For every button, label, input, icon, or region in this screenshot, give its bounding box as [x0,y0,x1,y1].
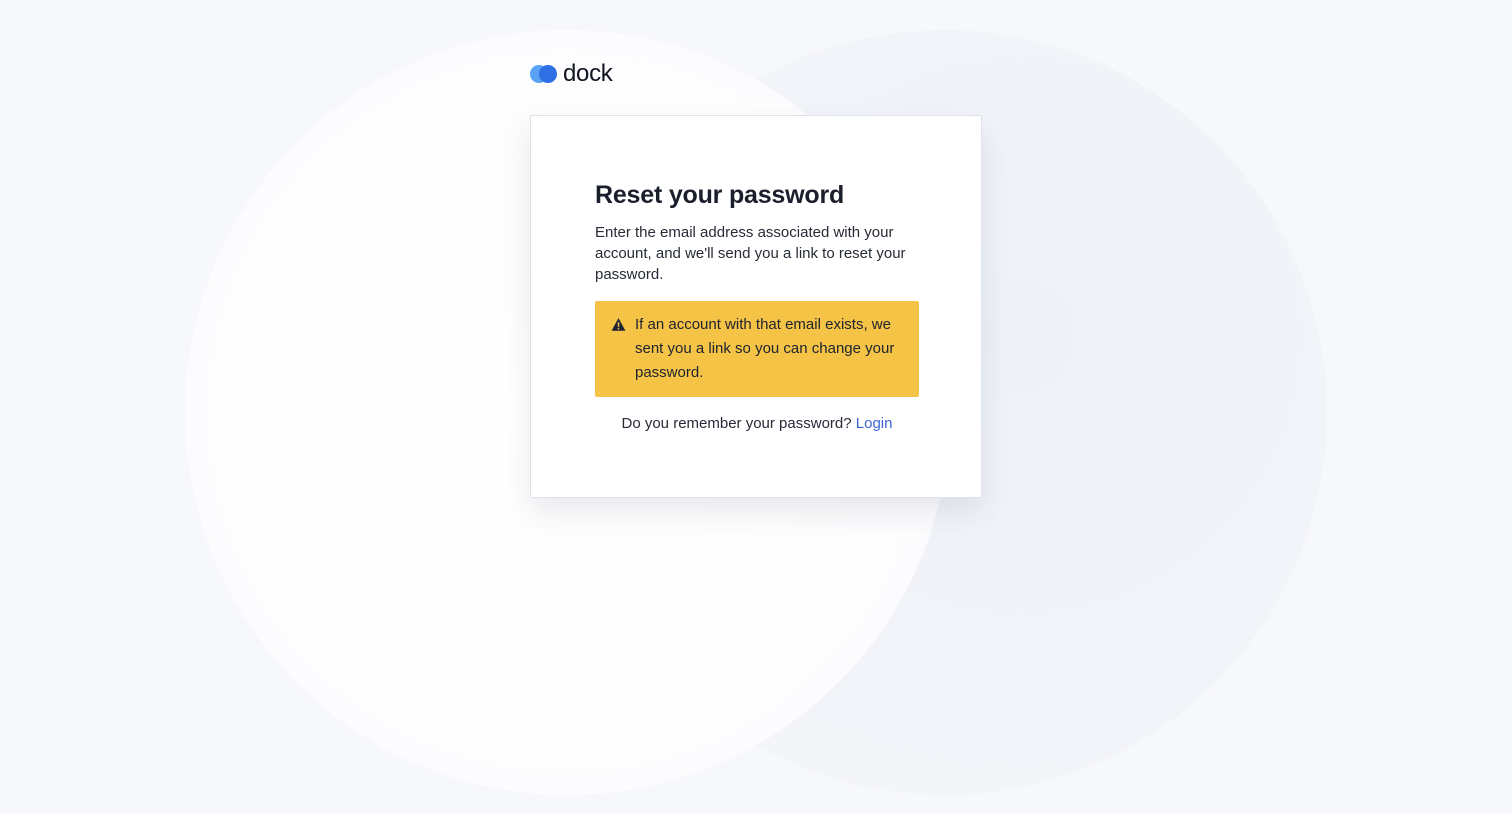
reset-description: Enter the email address associated with … [595,224,906,283]
remember-password-row: Do you remember your password? Login [595,413,919,435]
warning-triangle-icon [611,318,626,331]
alert-message: If an account with that email exists, we… [635,316,895,381]
brand-logo: dock [530,60,613,88]
login-link[interactable]: Login [856,415,893,432]
confirmation-alert: If an account with that email exists, we… [595,301,919,397]
dock-logo-icon [530,64,558,84]
page-title: Reset your password [595,181,845,209]
reset-password-card: Reset your password Enter the email addr… [530,115,982,498]
brand-name: dock [563,60,613,87]
remember-prompt: Do you remember your password? [621,415,852,432]
